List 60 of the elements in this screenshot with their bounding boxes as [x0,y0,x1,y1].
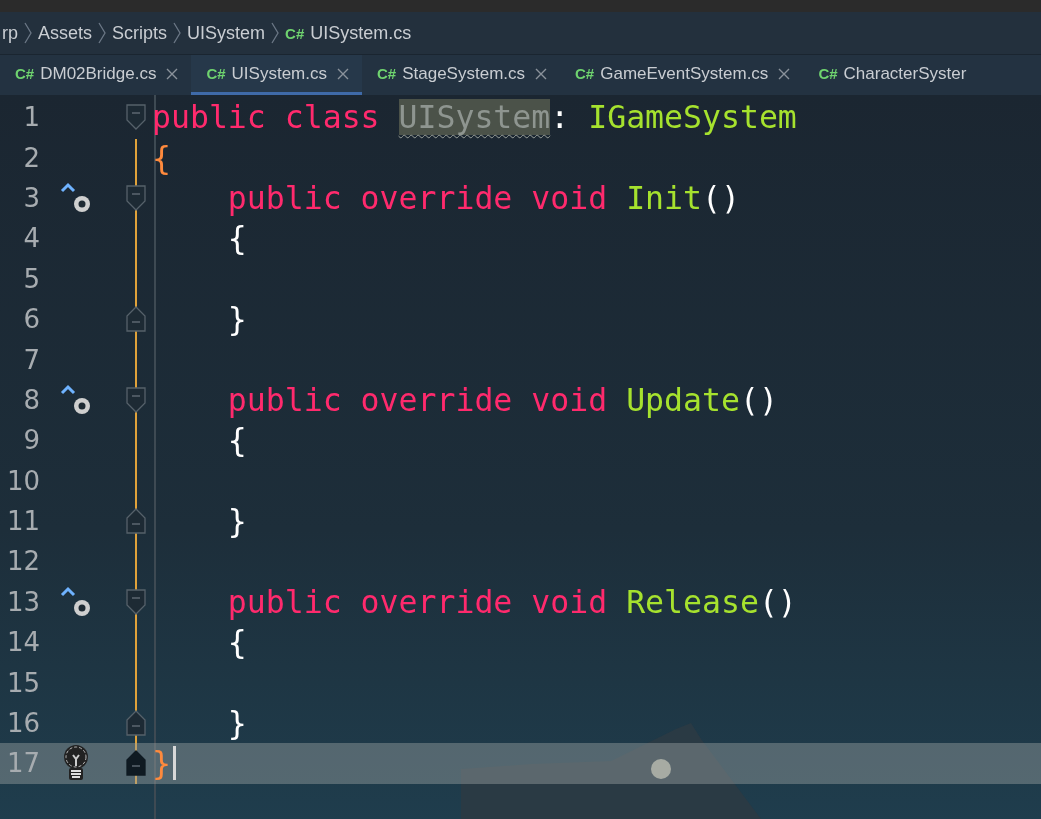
override-icon[interactable] [59,585,92,618]
line-number: 13 [5,586,40,617]
line-number: 9 [22,425,40,456]
fold-icon[interactable] [126,710,146,737]
chevron-icon [173,22,182,44]
code-line: public override void Release() [226,583,797,620]
breadcrumb-item[interactable]: rp [2,22,18,44]
code-line: { [226,220,247,257]
override-icon[interactable] [59,181,92,214]
fold-icon[interactable] [126,386,146,413]
code-line: } [226,301,247,338]
code-line: { [226,422,247,459]
line-number: 16 [5,708,40,739]
line-number: 12 [5,546,40,577]
code-line: { [152,139,171,176]
line-number: 8 [22,384,40,415]
code-line: } [226,705,247,742]
chevron-icon [24,22,32,44]
line-number: 1 [22,102,40,133]
close-icon[interactable] [337,67,349,80]
close-icon[interactable] [166,67,179,80]
file-tab[interactable]: C# UISystem.cs [191,55,362,95]
line-number: 2 [22,142,40,173]
fold-icon[interactable] [126,184,146,211]
code-line: } [226,503,247,540]
fold-icon[interactable] [126,508,146,535]
code-line: } [152,745,171,782]
file-tab[interactable]: C# DM02Bridge.cs [0,55,192,95]
line-number: 17 [5,748,40,779]
line-number: 14 [5,627,40,658]
breadcrumb-item[interactable]: Scripts [112,22,168,44]
line-number: 10 [5,465,40,496]
chevron-icon [271,22,280,44]
fold-icon[interactable] [126,588,146,615]
line-number: 5 [22,263,40,294]
code-line: public class UISystem: IGameSystem [152,99,797,136]
close-icon[interactable] [778,67,791,80]
text-cursor [172,746,176,781]
breadcrumb-item[interactable]: UISystem [187,22,266,44]
line-number: 7 [22,344,40,375]
line-number: 6 [22,304,40,335]
lightbulb-icon[interactable] [61,744,90,783]
override-icon[interactable] [59,383,92,416]
chevron-icon [98,22,107,44]
line-number: 4 [22,223,40,254]
line-number: 11 [5,506,40,537]
close-icon[interactable] [535,67,547,80]
line-number: 3 [22,182,40,213]
line-number: 15 [5,667,40,698]
file-tab[interactable]: C# CharacterSyster [803,55,980,95]
breadcrumb-item[interactable]: C# UISystem.cs [285,22,412,44]
file-tab[interactable]: C# StageSystem.cs [362,55,560,95]
file-tab[interactable]: C# GameEventSystem.cs [560,55,804,95]
fold-icon[interactable] [126,750,146,777]
fold-icon[interactable] [126,104,146,131]
code-line: { [226,624,247,661]
fold-icon[interactable] [126,306,146,333]
code-line: public override void Update() [226,381,778,418]
breadcrumb-item[interactable]: Assets [38,22,93,44]
code-line: public override void Init() [226,179,740,216]
